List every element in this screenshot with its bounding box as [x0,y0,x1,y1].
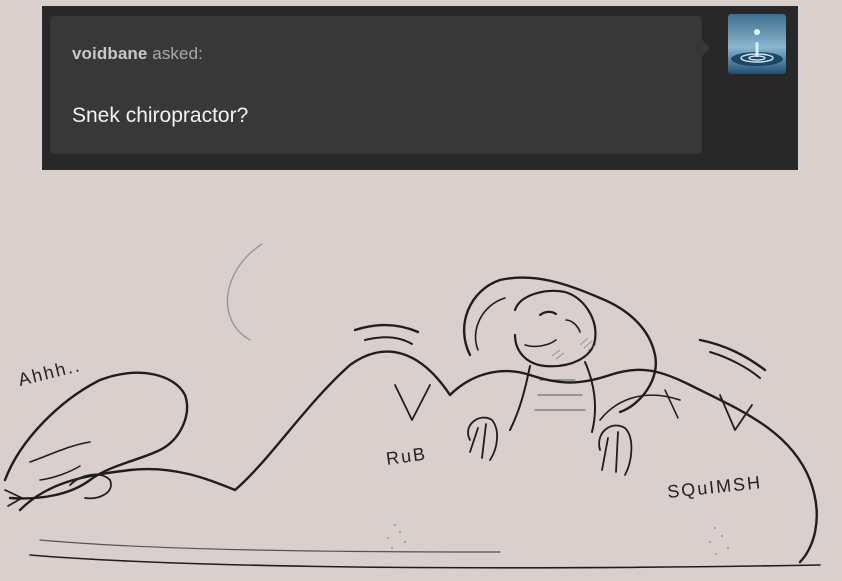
asker-line: voidbane asked: [72,44,203,64]
question-text: Snek chiropractor? [72,104,249,127]
snake-illustration: Ahhh.. RuB SQuIMSH [3,243,821,569]
ask-card: voidbane asked: Snek chiropractor? [42,6,798,170]
asker-avatar[interactable] [728,14,786,74]
sfx-squish: SQuIMSH [666,472,763,502]
asked-label: asked: [152,44,203,63]
sfx-rub: RuB [385,443,428,469]
water-drop-icon [728,14,786,74]
ask-bubble: voidbane asked: Snek chiropractor? [50,16,710,154]
sfx-ahhh: Ahhh.. [16,355,83,390]
asker-name[interactable]: voidbane [72,44,147,63]
